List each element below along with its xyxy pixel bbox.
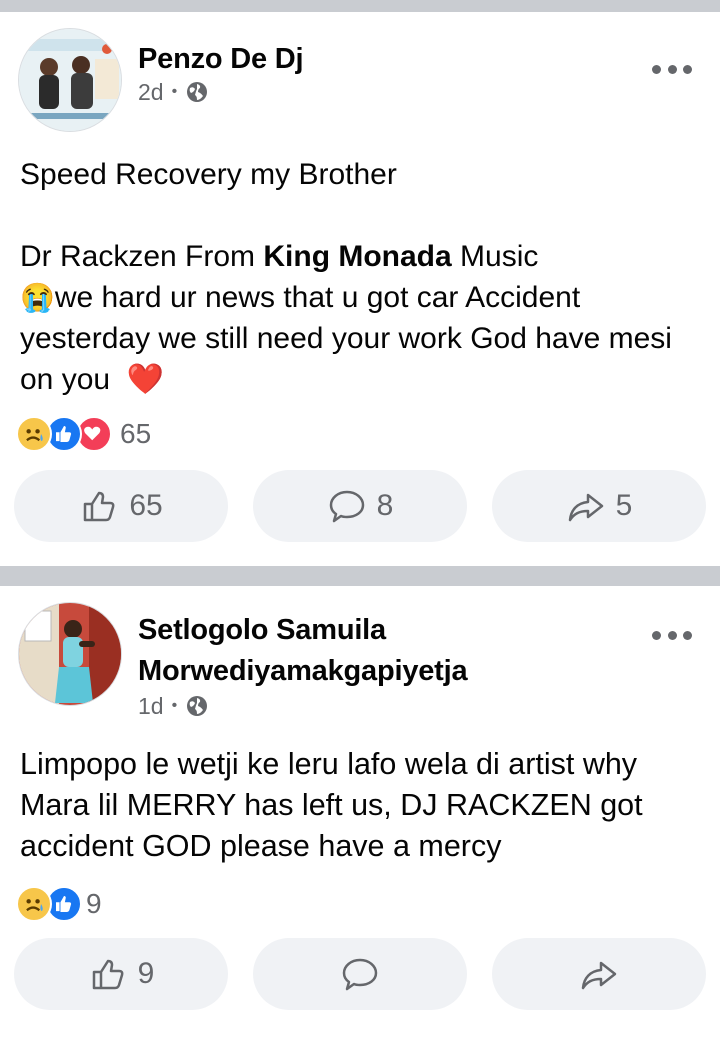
post-body: Speed Recovery my Brother Dr Rackzen Fro…	[20, 154, 700, 400]
thumbs-up-icon	[84, 491, 115, 522]
comment-button[interactable]	[253, 938, 467, 1010]
sad-reaction-icon	[16, 886, 52, 922]
like-count: 65	[129, 489, 163, 522]
post-author-name[interactable]: Setlogolo Samuila Morwediyamakgapiyetja	[138, 610, 558, 692]
mention-link[interactable]: King Monada	[263, 240, 451, 273]
post-card: Penzo De Dj 2d • Speed Recovery my Broth…	[0, 12, 720, 566]
globe-icon[interactable]	[185, 80, 209, 104]
meta-separator: •	[171, 83, 178, 100]
post-timestamp[interactable]: 2d	[138, 78, 164, 106]
avatar[interactable]	[18, 602, 122, 706]
reaction-summary[interactable]: 65	[16, 416, 151, 452]
comment-bubble-icon	[329, 490, 364, 523]
crying-face-emoji: 😭	[20, 282, 55, 313]
globe-icon[interactable]	[185, 694, 209, 718]
post-meta: 1d •	[138, 692, 209, 720]
post-card: Setlogolo Samuila Morwediyamakgapiyetja …	[0, 586, 720, 1040]
body-text-segment: we hard ur news that u got car Accident …	[20, 281, 672, 396]
post-body: Limpopo le wetji ke leru lafo wela di ar…	[20, 744, 710, 867]
post-meta: 2d •	[138, 78, 209, 106]
heart-emoji: ❤️	[126, 363, 165, 396]
post-body-line: Limpopo le wetji ke leru lafo wela di ar…	[20, 747, 643, 863]
post-body-line: Dr Rackzen From King Monada Music	[20, 236, 700, 277]
share-button[interactable]	[492, 938, 706, 1010]
meta-separator: •	[171, 697, 178, 714]
post-author[interactable]: Penzo De Dj	[138, 40, 304, 78]
share-count: 5	[615, 489, 633, 522]
post-author[interactable]: Setlogolo Samuila Morwediyamakgapiyetja	[138, 610, 558, 692]
avatar-image	[19, 603, 121, 705]
share-arrow-icon	[568, 493, 603, 522]
thumbs-up-icon	[92, 959, 124, 990]
like-button[interactable]: 65	[14, 470, 228, 542]
share-button[interactable]: 5	[492, 470, 706, 542]
comment-count: 8	[376, 489, 394, 522]
body-text-segment: Dr Rackzen From	[20, 240, 264, 273]
reaction-count: 9	[86, 888, 102, 919]
comment-bubble-icon	[342, 958, 378, 991]
share-arrow-icon	[581, 961, 617, 990]
reaction-count: 65	[120, 418, 152, 449]
like-count: 9	[137, 957, 155, 990]
post-body-line: 😭we hard ur news that u got car Accident…	[20, 277, 700, 400]
more-options-icon[interactable]	[652, 628, 692, 642]
comment-button[interactable]: 8	[253, 470, 467, 542]
avatar[interactable]	[18, 28, 122, 132]
post-body-line: Speed Recovery my Brother	[20, 158, 397, 191]
reaction-summary[interactable]: 9	[16, 886, 102, 922]
body-text-segment: Music	[451, 240, 539, 273]
post-timestamp[interactable]: 1d	[138, 692, 164, 720]
more-options-icon[interactable]	[652, 62, 692, 76]
avatar-image	[19, 29, 121, 131]
like-button[interactable]: 9	[14, 938, 228, 1010]
sad-reaction-icon	[16, 416, 52, 452]
